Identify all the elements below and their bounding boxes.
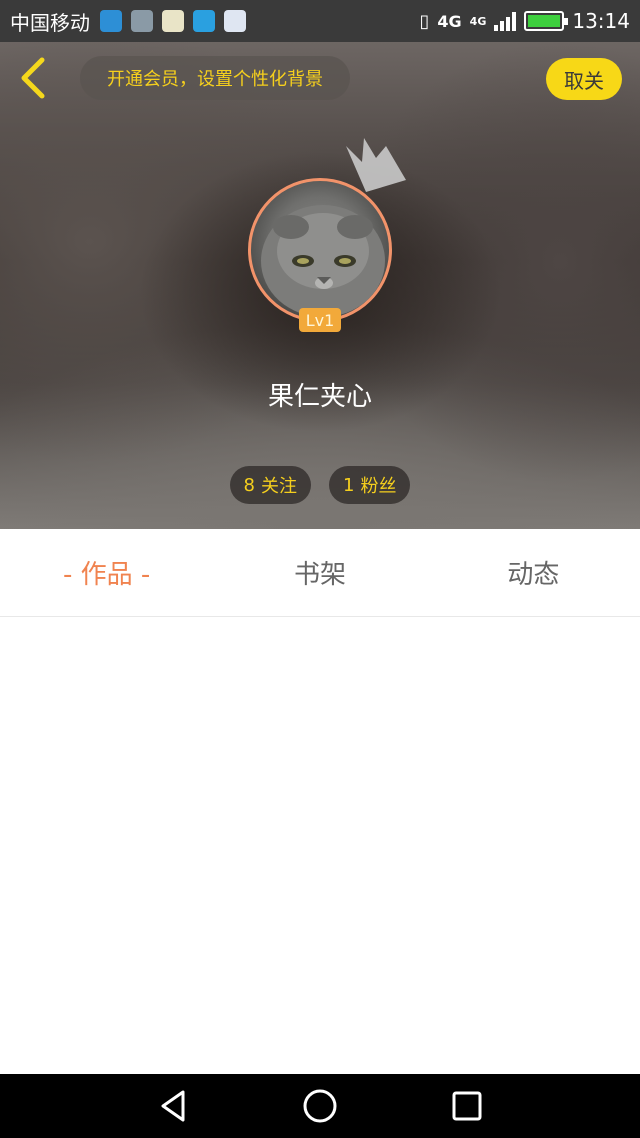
following-count: 8	[243, 474, 255, 496]
chevron-left-icon	[21, 57, 45, 99]
followers-count-button[interactable]: 1 粉丝	[329, 466, 411, 504]
gallery-app-notification-icon	[131, 10, 153, 32]
network-type-label: 4G	[437, 11, 462, 31]
tab-content-area	[0, 618, 640, 1074]
message-app-notification-icon	[193, 10, 215, 32]
home-circle-icon[interactable]	[300, 1086, 340, 1126]
tab-activity[interactable]: 动态	[427, 554, 640, 591]
unfollow-button[interactable]: 取关	[546, 58, 622, 100]
username: 果仁夹心	[267, 382, 372, 412]
network-type-small-label: 4G	[469, 15, 487, 28]
status-bar: 中国移动 ▯ 4G 4G 13:14	[0, 0, 640, 42]
following-count-button[interactable]: 8 关注	[229, 466, 311, 504]
follow-stats: 8 关注 1 粉丝	[0, 466, 640, 504]
vip-background-prompt[interactable]: 开通会员，设置个性化背景	[80, 56, 350, 100]
signal-strength-icon	[494, 11, 517, 31]
back-triangle-icon[interactable]	[153, 1086, 193, 1126]
profile-header: 开通会员，设置个性化背景 取关 Lv1 果仁夹心 8 关注 1 粉丝	[0, 42, 640, 529]
chat-app-notification-icon	[162, 10, 184, 32]
recent-apps-square-icon[interactable]	[447, 1086, 487, 1126]
followers-label: 粉丝	[360, 476, 397, 497]
level-badge-label: Lv1	[305, 310, 335, 330]
cat-photo-icon	[261, 205, 385, 317]
tab-bookshelf[interactable]: 书架	[213, 554, 426, 591]
baidu-app-notification-icon	[224, 10, 246, 32]
vip-background-prompt-label: 开通会员，设置个性化背景	[107, 69, 323, 90]
level-badge: Lv1	[299, 308, 341, 332]
battery-icon	[524, 11, 569, 31]
following-label: 关注	[261, 476, 297, 497]
carrier-name: 中国移动	[10, 10, 90, 35]
vibrate-icon: ▯	[419, 10, 430, 32]
back-button[interactable]	[16, 56, 52, 100]
profile-tabs: - 作品 - 书架 动态	[0, 529, 640, 617]
system-navigation-bar	[0, 1074, 640, 1138]
unfollow-button-label: 取关	[564, 68, 604, 93]
map-app-notification-icon	[100, 10, 122, 32]
tab-works[interactable]: - 作品 -	[0, 554, 213, 591]
clock: 13:14	[572, 9, 630, 33]
avatar[interactable]	[248, 178, 392, 322]
followers-count: 1	[343, 474, 355, 496]
